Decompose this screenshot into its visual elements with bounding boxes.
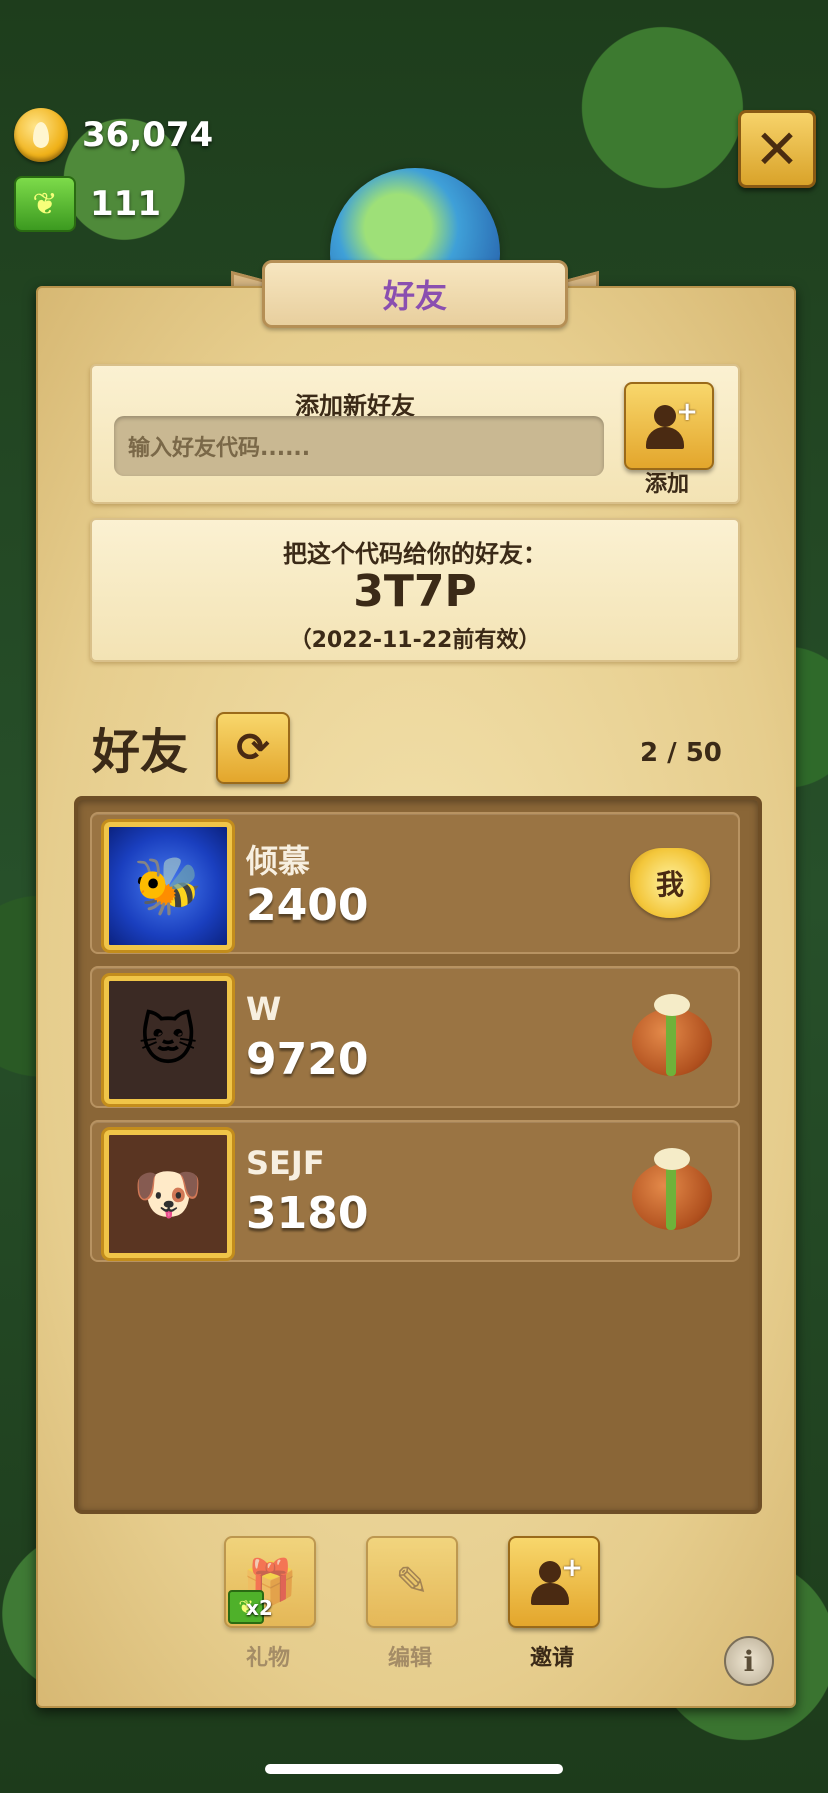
add-label: 添加 [644,472,689,497]
panel-title: 好友 [262,260,568,328]
friends-count: 2 / 50 [640,738,722,768]
refresh-icon: ⟳ [236,725,270,771]
info-button[interactable]: i [724,1636,774,1686]
refresh-button[interactable]: ⟳ [216,712,290,784]
share-code-title: 把这个代码给你的好友： [283,540,547,568]
list-item[interactable]: 🐝 倾慕 2400 我 [90,812,740,954]
dog-avatar: 🐶 [104,1130,232,1258]
list-item[interactable]: 🐱 W 9720 [90,966,740,1108]
bee-avatar: 🐝 [104,822,232,950]
gift-multiplier: x2 [246,1596,273,1620]
share-code-card: 把这个代码给你的好友： 3T7P （2022-11-22前有效） [90,518,740,662]
info-icon: i [743,1644,755,1678]
butterfly-icon: ❦ [14,176,76,232]
friend-score: 2400 [246,880,369,931]
friend-code: 3T7P [353,566,477,617]
friend-score: 9720 [246,1034,369,1085]
gift-label: 礼物 [245,1646,290,1671]
add-friend-button[interactable]: + [624,382,714,470]
friend-name: W [246,990,282,1028]
friend-name: 倾慕 [246,842,311,880]
edit-button[interactable]: ✎ [366,1536,458,1628]
pencil-icon: ✎ [395,1559,429,1605]
drop-icon [14,108,68,162]
me-badge: 我 [630,848,710,918]
cat-avatar: 🐱 [104,976,232,1104]
code-validity: （2022-11-22前有效） [289,628,541,653]
invite-button[interactable]: + [508,1536,600,1628]
friend-code-input[interactable]: 输入好友代码...... [114,416,604,476]
home-indicator[interactable] [265,1764,563,1774]
list-item[interactable]: 🐶 SEJF 3180 [90,1120,740,1262]
gift-bag-icon[interactable] [628,1148,716,1232]
butterflies-value: 111 [90,184,161,224]
invite-label: 邀请 [529,1646,574,1671]
close-button[interactable]: ✕ [738,110,816,188]
friends-section-title: 好友 [92,724,189,780]
friend-name: SEJF [246,1144,325,1182]
add-person-icon: + [644,399,698,449]
add-person-icon: + [529,1555,583,1605]
gift-bag-icon[interactable] [628,994,716,1078]
edit-label: 编辑 [387,1646,432,1671]
drops-value: 36,074 [82,115,214,155]
butterflies-counter: ❦ 111 [14,176,161,232]
friend-score: 3180 [246,1188,369,1239]
drops-counter: 36,074 [14,108,213,162]
close-icon: ✕ [754,117,800,181]
